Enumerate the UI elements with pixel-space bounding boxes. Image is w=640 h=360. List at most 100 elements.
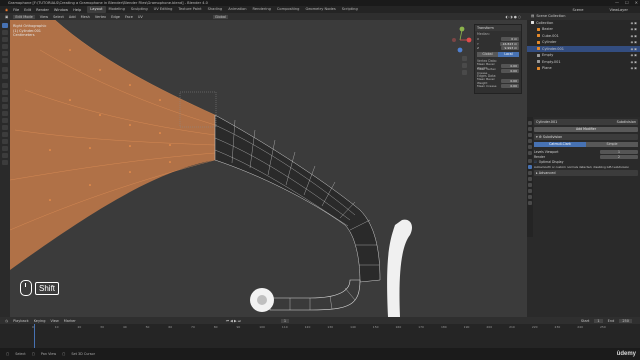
- visibility-icon[interactable]: ◉ ▣: [631, 40, 637, 44]
- median-y-field[interactable]: -16.843 m: [499, 41, 519, 46]
- workspace-tab-shading[interactable]: Shading: [205, 6, 226, 13]
- scene-tab-icon[interactable]: [528, 145, 532, 149]
- workspace-tab-rendering[interactable]: Rendering: [250, 6, 274, 13]
- spin-tool-icon[interactable]: [2, 125, 8, 130]
- shear-tool-icon[interactable]: [2, 153, 8, 158]
- visibility-icon[interactable]: ◉ ▣: [631, 34, 637, 38]
- subdivision-panel-header[interactable]: ▾ ⚙ Subdivision: [534, 134, 638, 140]
- 3d-viewport[interactable]: [10, 20, 527, 317]
- advanced-panel[interactable]: ▸ Advanced: [534, 170, 638, 176]
- shading-icons[interactable]: ◐ ◑ ● ○: [505, 15, 521, 19]
- mode-selector[interactable]: Edit Mode: [13, 14, 35, 19]
- median-z-field[interactable]: 9.993 m: [501, 46, 519, 51]
- editor-type-icon[interactable]: ▣: [5, 15, 8, 19]
- subdivision-modifier-name[interactable]: Subdivision: [543, 135, 562, 139]
- extrude-tool-icon[interactable]: [2, 83, 8, 88]
- workspace-tab-sculpting[interactable]: Sculpting: [128, 6, 151, 13]
- visibility-icon[interactable]: ◉ ▣: [631, 47, 637, 51]
- workspace-tab-compositing[interactable]: Compositing: [274, 6, 303, 13]
- median-x-field[interactable]: 0 m: [501, 37, 519, 42]
- particles-tab-icon[interactable]: [528, 171, 532, 175]
- workspace-tab-geometry-nodes[interactable]: Geometry Nodes: [302, 6, 338, 13]
- blender-logo-icon[interactable]: ◉: [5, 8, 8, 12]
- render-tab-icon[interactable]: [528, 127, 532, 131]
- workspace-tab-scripting[interactable]: Scripting: [339, 6, 361, 13]
- bevel-tool-icon[interactable]: [2, 97, 8, 102]
- tool-tab-icon[interactable]: [528, 121, 532, 125]
- menu-mesh[interactable]: Mesh: [81, 15, 90, 19]
- simple-option[interactable]: Simple: [586, 142, 638, 147]
- outliner-item-plane[interactable]: Plane ◉ ▣: [527, 65, 640, 72]
- local-toggle[interactable]: Local: [498, 51, 519, 57]
- minimize-icon[interactable]: —: [615, 0, 619, 5]
- close-icon[interactable]: ✕: [635, 0, 638, 5]
- workspace-tab-texture-paint[interactable]: Texture Paint: [175, 6, 204, 13]
- menu-render[interactable]: Render: [36, 8, 49, 12]
- view-layer-selector[interactable]: ViewLayer: [609, 8, 628, 12]
- menu-add[interactable]: Add: [69, 15, 76, 19]
- transform-tool-icon[interactable]: [2, 58, 8, 63]
- annotate-tool-icon[interactable]: [2, 67, 8, 72]
- workspace-tab-animation[interactable]: Animation: [225, 6, 249, 13]
- menu-playback[interactable]: Playback: [13, 319, 29, 323]
- workspace-tab-layout[interactable]: Layout: [87, 6, 106, 13]
- select-tool-icon[interactable]: [2, 23, 8, 28]
- maximize-icon[interactable]: ☐: [625, 0, 629, 5]
- view-layer-tab-icon[interactable]: [528, 139, 532, 143]
- move-tool-icon[interactable]: [2, 37, 8, 42]
- menu-marker[interactable]: Marker: [64, 319, 76, 323]
- edge-slide-tool-icon[interactable]: [2, 139, 8, 144]
- add-modifier-button[interactable]: Add Modifier: [534, 127, 638, 132]
- optimal-display-checkbox[interactable]: ☑: [534, 160, 537, 164]
- modifier-tab-icon[interactable]: [528, 165, 532, 169]
- constraints-tab-icon[interactable]: [528, 183, 532, 187]
- global-toggle[interactable]: Global: [477, 51, 498, 57]
- loop-cut-tool-icon[interactable]: [2, 104, 8, 109]
- inset-tool-icon[interactable]: [2, 90, 8, 95]
- texture-tab-icon[interactable]: [528, 201, 532, 205]
- menu-select[interactable]: Select: [53, 15, 64, 19]
- vertex-bevel-field[interactable]: 0.00: [501, 64, 519, 69]
- levels-viewport-field[interactable]: 1: [600, 149, 638, 154]
- poly-build-tool-icon[interactable]: [2, 118, 8, 123]
- workspace-tab-modeling[interactable]: Modeling: [106, 6, 128, 13]
- menu-vertex[interactable]: Vertex: [95, 15, 106, 19]
- scale-tool-icon[interactable]: [2, 51, 8, 56]
- menu-keying[interactable]: Keying: [34, 319, 46, 323]
- viewport-nav-buttons[interactable]: [462, 56, 467, 75]
- edge-crease-field[interactable]: 0.00: [501, 83, 519, 88]
- vertex-crease-field[interactable]: 0.00: [501, 68, 519, 73]
- end-frame-field[interactable]: 250: [619, 318, 632, 323]
- output-tab-icon[interactable]: [528, 133, 532, 137]
- timeline[interactable]: 0 10 20 30 40 50 60 70 80 90 100 110 120 130 140 150 160…: [0, 324, 640, 348]
- timeline-editor-icon[interactable]: ◷: [5, 319, 8, 323]
- smooth-tool-icon[interactable]: [2, 132, 8, 137]
- edge-bevel-field[interactable]: 0.00: [501, 79, 519, 84]
- physics-tab-icon[interactable]: [528, 177, 532, 181]
- scene-selector[interactable]: Scene: [572, 8, 583, 12]
- start-frame-field[interactable]: 1: [594, 318, 603, 323]
- data-tab-icon[interactable]: [528, 189, 532, 193]
- measure-tool-icon[interactable]: [2, 74, 8, 79]
- menu-edit[interactable]: Edit: [24, 8, 31, 12]
- catmull-clark-option[interactable]: Catmull-Clark: [534, 142, 586, 147]
- render-levels-field[interactable]: 2: [600, 154, 638, 159]
- visibility-icon[interactable]: ◉ ▣: [631, 27, 637, 31]
- menu-window[interactable]: Window: [54, 8, 68, 12]
- menu-help[interactable]: Help: [73, 8, 81, 12]
- menu-file[interactable]: File: [13, 8, 19, 12]
- knife-tool-icon[interactable]: [2, 111, 8, 116]
- menu-uv[interactable]: UV: [138, 15, 143, 19]
- menu-timeline-view[interactable]: View: [50, 319, 58, 323]
- workspace-tab-uv-editing[interactable]: UV Editing: [151, 6, 176, 13]
- rip-tool-icon[interactable]: [2, 160, 8, 165]
- rotate-tool-icon[interactable]: [2, 44, 8, 49]
- orientation-selector[interactable]: Global: [212, 14, 229, 19]
- visibility-icon[interactable]: ◉ ▣: [631, 60, 637, 64]
- playback-controls[interactable]: ⏮ ◀ ▶ ⏭: [226, 319, 241, 323]
- material-tab-icon[interactable]: [528, 195, 532, 199]
- cursor-tool-icon[interactable]: [2, 30, 8, 35]
- menu-view[interactable]: View: [40, 15, 48, 19]
- scene-collection-label[interactable]: Scene Collection: [536, 14, 565, 18]
- playhead[interactable]: [34, 324, 35, 348]
